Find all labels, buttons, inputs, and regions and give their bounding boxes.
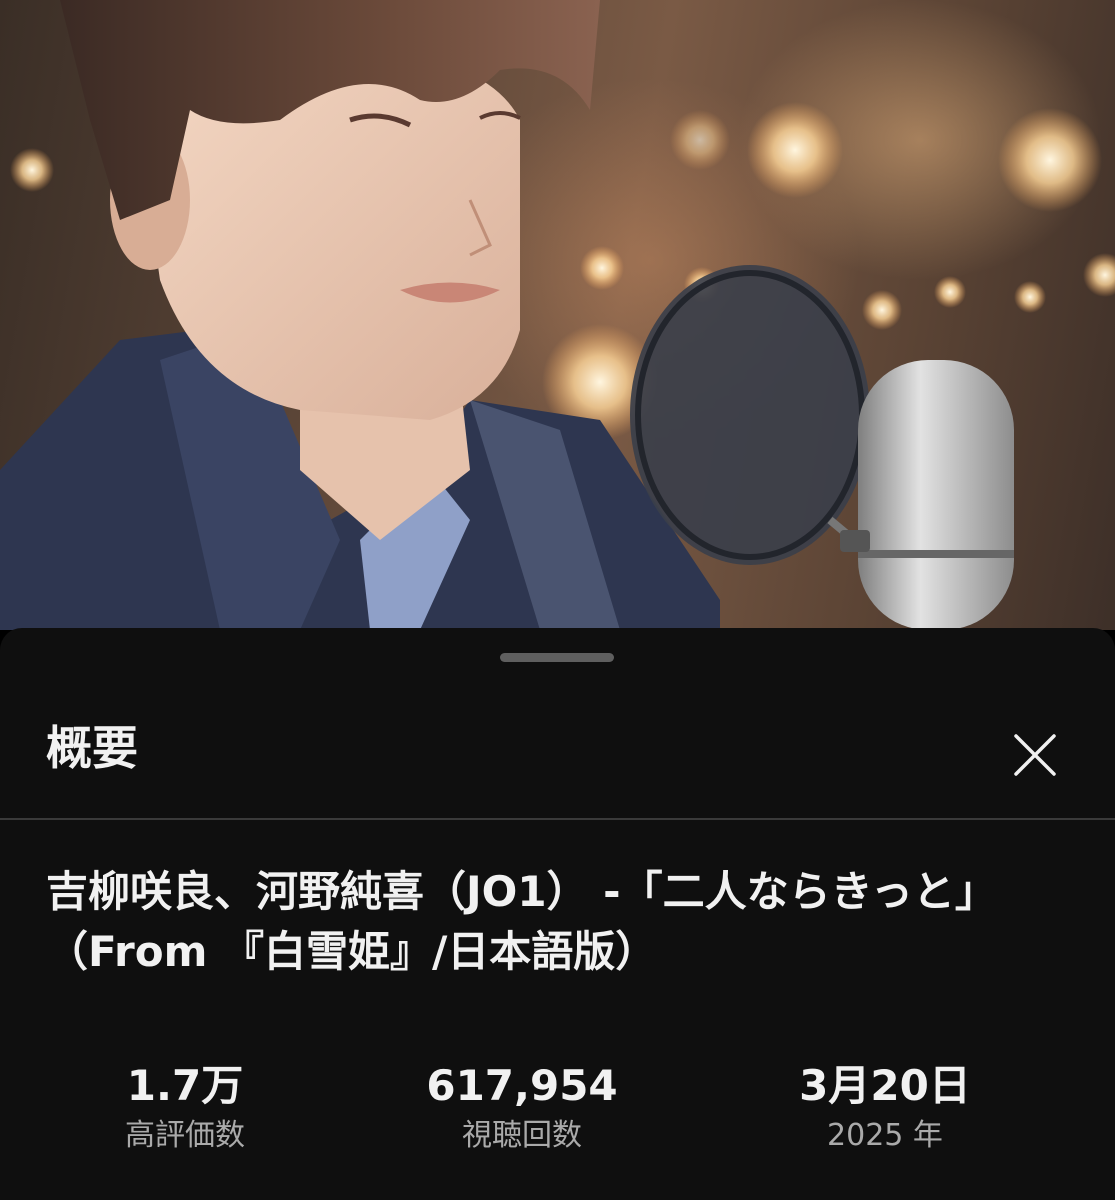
video-still-image — [0, 0, 1115, 630]
views-label: 視聴回数 — [462, 1118, 582, 1153]
drag-handle[interactable] — [500, 653, 614, 662]
stat-likes: 1.7万 高評価数 — [55, 1058, 315, 1156]
video-frame[interactable] — [0, 0, 1115, 630]
likes-count: 1.7万 — [126, 1061, 244, 1110]
publish-year: 2025 年 — [827, 1118, 943, 1153]
stat-date: 3月20日 2025 年 — [755, 1058, 1015, 1156]
page: 概要 吉柳咲良、河野純喜（JO1） -「二人ならきっと」（From 『白雪姫』/… — [0, 0, 1115, 1200]
views-count: 617,954 — [426, 1061, 618, 1110]
panel-header: 概要 — [0, 690, 1115, 816]
publish-date: 3月20日 — [799, 1061, 971, 1110]
header-divider — [0, 818, 1115, 820]
stat-views: 617,954 視聴回数 — [392, 1058, 652, 1156]
video-title: 吉柳咲良、河野純喜（JO1） -「二人ならきっと」（From 『白雪姫』/日本語… — [46, 867, 997, 976]
panel-title: 概要 — [46, 721, 138, 775]
close-icon — [1014, 734, 1056, 776]
close-button[interactable] — [1000, 720, 1070, 790]
video-stats: 1.7万 高評価数 617,954 視聴回数 3月20日 2025 年 — [0, 1058, 1115, 1168]
description-panel: 概要 吉柳咲良、河野純喜（JO1） -「二人ならきっと」（From 『白雪姫』/… — [0, 628, 1115, 1200]
likes-label: 高評価数 — [125, 1118, 245, 1153]
